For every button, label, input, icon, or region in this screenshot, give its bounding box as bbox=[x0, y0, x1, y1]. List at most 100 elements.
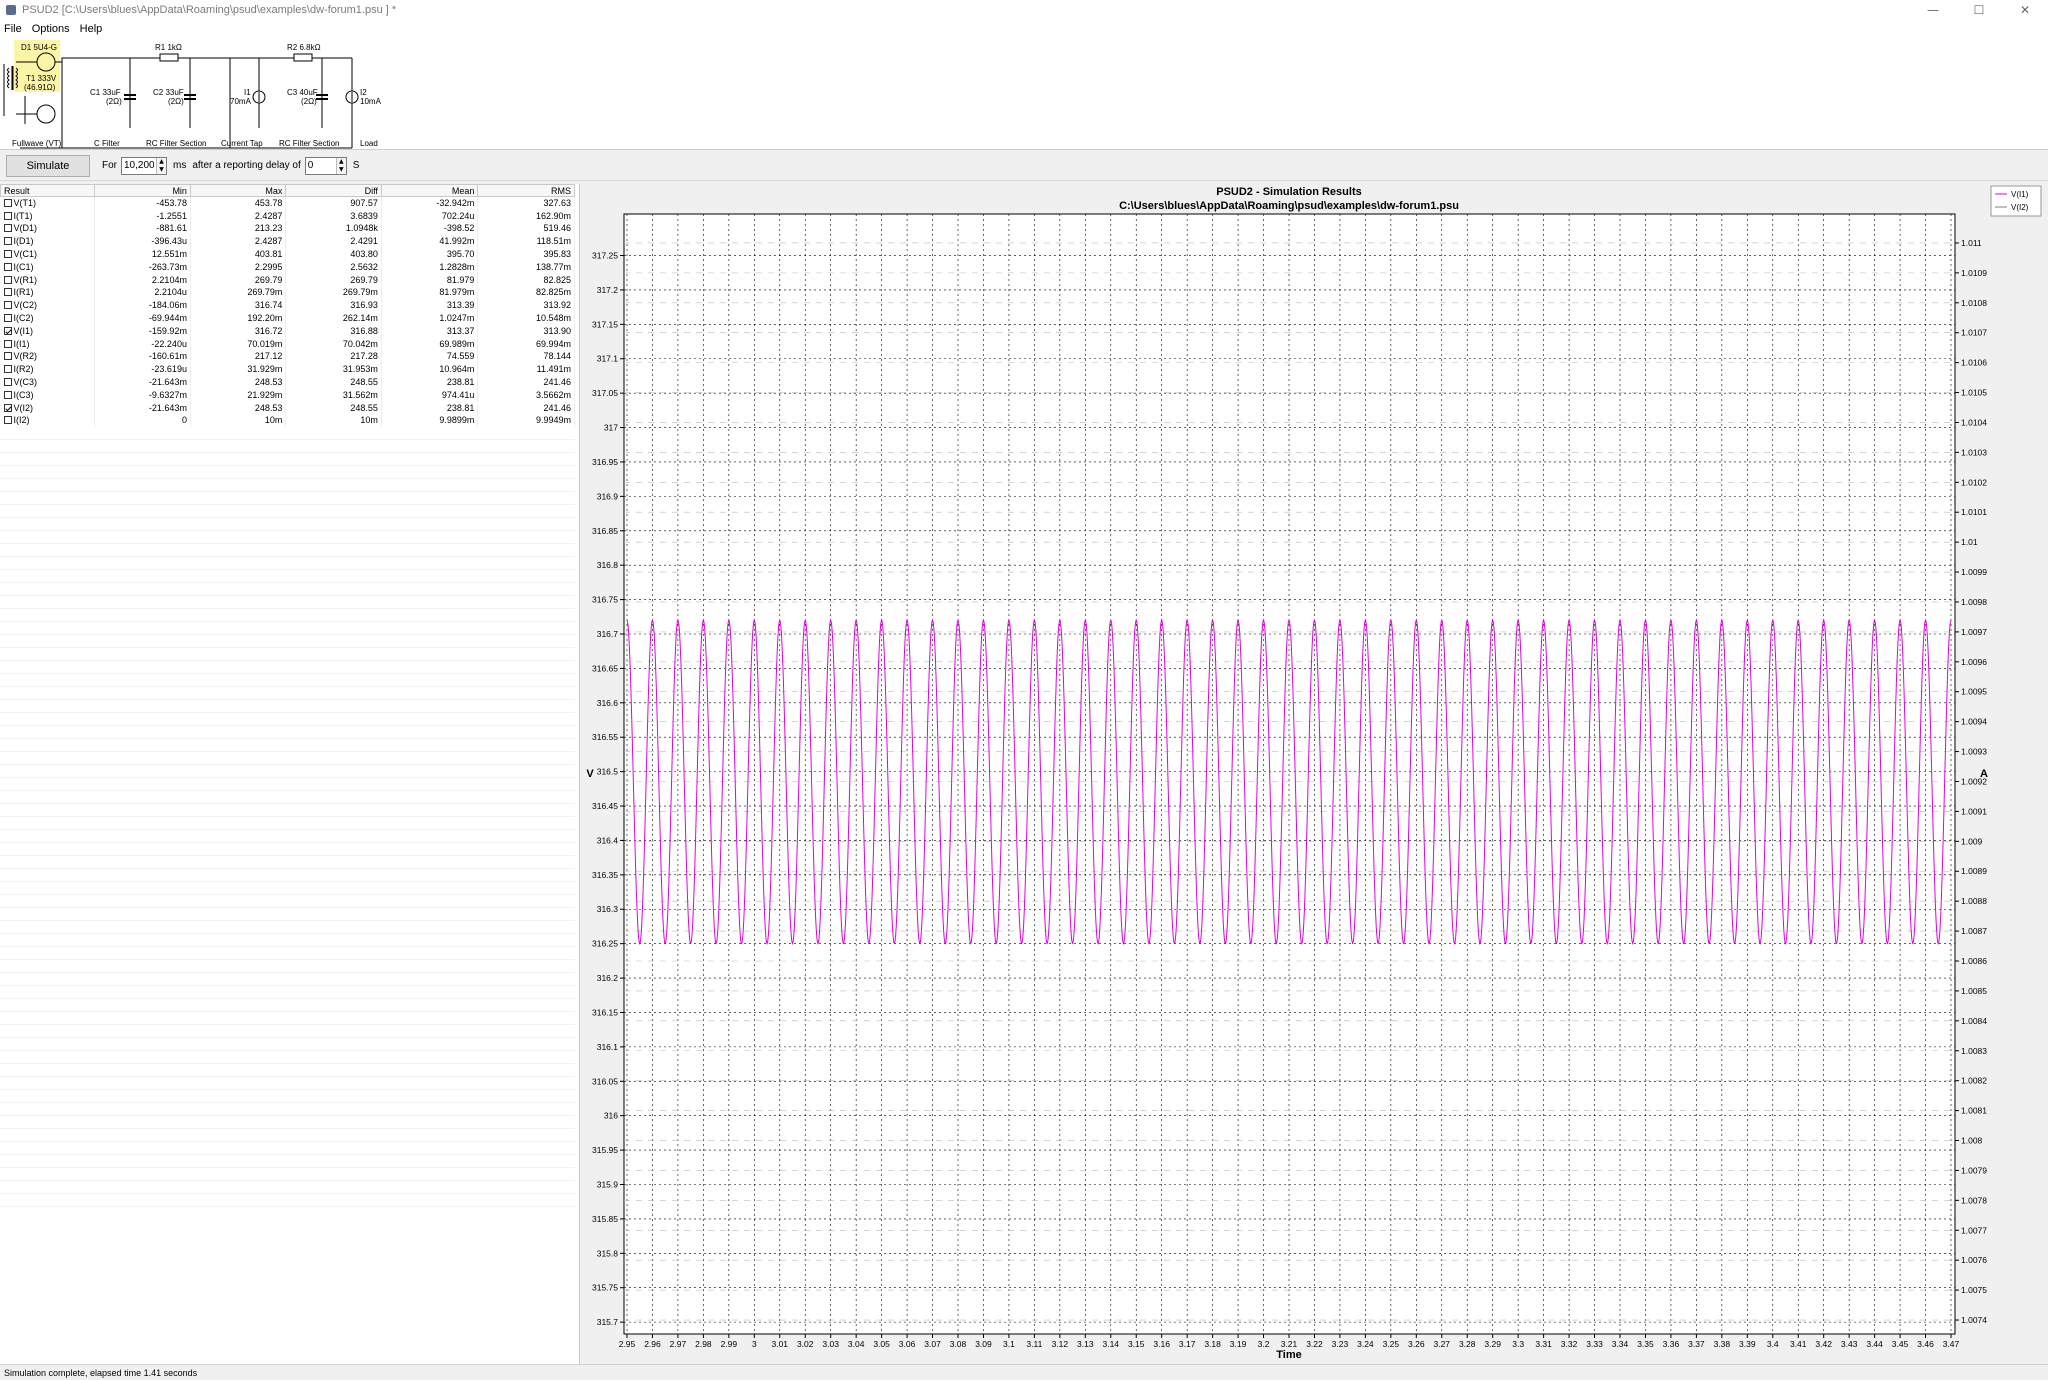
menu-file[interactable]: File bbox=[4, 23, 22, 35]
plot-checkbox[interactable] bbox=[3, 301, 12, 310]
result-name-cell[interactable]: I(C1) bbox=[0, 260, 96, 274]
column-header-result[interactable]: Result bbox=[0, 184, 96, 197]
x-tick-label: 2.99 bbox=[721, 1339, 738, 1349]
section-rc-filter-1[interactable]: RC Filter Section bbox=[146, 139, 206, 148]
plot-checkbox[interactable] bbox=[3, 339, 12, 348]
result-name-cell[interactable]: I(C3) bbox=[0, 388, 96, 402]
delay-input[interactable] bbox=[305, 157, 336, 174]
table-row[interactable]: I(C3) -9.6327m 21.929m 31.562m 974.41u 3.5662… bbox=[0, 388, 575, 402]
x-tick-label: 3.03 bbox=[822, 1339, 839, 1349]
plot-checkbox[interactable] bbox=[3, 378, 12, 387]
table-row[interactable]: V(C1) 12.551m 403.81 403.80 395.70 395.83 bbox=[0, 247, 575, 261]
result-name-cell[interactable]: V(C1) bbox=[0, 247, 96, 261]
section-fullwave[interactable]: Fullwave (VT) bbox=[12, 139, 62, 148]
plot-checkbox[interactable] bbox=[3, 416, 12, 425]
table-row[interactable]: I(C1) -263.73m 2.2995 2.5632 1.2828m 138.77m bbox=[0, 260, 575, 274]
resistor-r1-symbol[interactable] bbox=[159, 53, 179, 62]
result-rms-cell: 10.548m bbox=[477, 311, 575, 325]
column-header-rms[interactable]: RMS bbox=[477, 184, 575, 197]
plot-checkbox[interactable] bbox=[3, 237, 12, 246]
results-table-panel[interactable]: Result Min Max Diff Mean RMS V(T1) -453.7… bbox=[0, 184, 580, 1364]
result-min-cell: -396.43u bbox=[94, 234, 191, 248]
plot-checkbox[interactable] bbox=[3, 250, 12, 259]
close-button[interactable]: ✕ bbox=[2002, 0, 2048, 20]
result-name-cell[interactable]: V(C3) bbox=[0, 375, 96, 389]
plot-checkbox[interactable] bbox=[3, 365, 12, 374]
menu-options[interactable]: Options bbox=[32, 23, 70, 35]
column-header-min[interactable]: Min bbox=[94, 184, 191, 197]
duration-down-arrow[interactable]: ▼ bbox=[157, 166, 166, 174]
section-load[interactable]: Load bbox=[360, 139, 378, 148]
simulate-button[interactable]: Simulate bbox=[6, 154, 90, 177]
result-name-cell[interactable]: I(R1) bbox=[0, 286, 96, 299]
table-row[interactable]: I(C2) -69.944m 192.20m 262.14m 1.0247m 10.548… bbox=[0, 311, 575, 325]
table-row[interactable]: V(D1) -881.61 213.23 1.0948k -398.52 519.46 bbox=[0, 222, 575, 235]
result-name-cell[interactable]: I(I1) bbox=[0, 337, 96, 351]
table-row[interactable]: V(C3) -21.643m 248.53 248.55 238.81 241.46 bbox=[0, 375, 575, 389]
result-name: V(R1) bbox=[13, 274, 38, 285]
result-name-cell[interactable]: V(D1) bbox=[0, 222, 96, 235]
result-name-cell[interactable]: V(I2) bbox=[0, 401, 96, 415]
result-name-cell[interactable]: V(I1) bbox=[0, 324, 96, 338]
menu-help[interactable]: Help bbox=[80, 23, 103, 35]
table-row[interactable]: I(I2) 0 10m 10m 9.9899m 9.9949m bbox=[0, 414, 575, 427]
resistor-r2-symbol[interactable] bbox=[293, 53, 313, 62]
section-rc-filter-2[interactable]: RC Filter Section bbox=[279, 139, 339, 148]
plot-checkbox[interactable] bbox=[3, 352, 12, 361]
column-header-max[interactable]: Max bbox=[189, 184, 287, 197]
plot-checkbox[interactable] bbox=[3, 314, 12, 323]
plot-checkbox[interactable] bbox=[3, 288, 12, 297]
section-current-tap[interactable]: Current Tap bbox=[221, 139, 263, 148]
column-header-diff[interactable]: Diff bbox=[285, 184, 382, 197]
title-bar[interactable]: PSUD2 [C:\Users\blues\AppData\Roaming\ps… bbox=[0, 0, 2048, 20]
label-c1-res: (2Ω) bbox=[106, 97, 122, 106]
table-row[interactable]: V(R1) 2.2104m 269.79 269.79 81.979 82.825 bbox=[0, 273, 575, 287]
plot-checkbox[interactable] bbox=[3, 326, 12, 335]
plot-checkbox[interactable] bbox=[3, 199, 12, 208]
result-name-cell[interactable]: I(T1) bbox=[0, 209, 96, 223]
y-tick-label: 317.25 bbox=[592, 251, 618, 261]
plot-checkbox[interactable] bbox=[3, 403, 12, 412]
minimize-button[interactable]: — bbox=[1910, 0, 1956, 20]
table-row[interactable]: I(R2) -23.619u 31.929m 31.953m 10.964m 11.491… bbox=[0, 362, 575, 376]
result-name-cell[interactable]: V(R1) bbox=[0, 273, 96, 287]
duration-input[interactable] bbox=[122, 157, 156, 174]
table-row[interactable]: V(C2) -184.06m 316.74 316.93 313.39 313.92 bbox=[0, 298, 575, 312]
result-max-cell: 403.81 bbox=[190, 247, 287, 261]
table-row[interactable]: I(I1) -22.240u 70.019m 70.042m 69.989m 69.994… bbox=[0, 337, 575, 351]
chart-panel[interactable]: 315.7 315.75 315.8 315.85 315.9 315.95 316 316.… bbox=[581, 184, 2048, 1364]
result-name-cell[interactable]: V(C2) bbox=[0, 298, 96, 312]
section-c-filter[interactable]: C Filter bbox=[94, 139, 120, 148]
table-row[interactable]: I(D1) -396.43u 2.4287 2.4291 41.992m 118.51m bbox=[0, 234, 575, 248]
duration-up-arrow[interactable]: ▲ bbox=[157, 158, 166, 166]
plot-checkbox[interactable] bbox=[3, 275, 12, 284]
table-row[interactable]: V(R2) -160.61m 217.12 217.28 74.559 78.144 bbox=[0, 350, 575, 363]
plot-checkbox[interactable] bbox=[3, 211, 12, 220]
column-header-mean[interactable]: Mean bbox=[380, 184, 479, 197]
result-name-cell[interactable]: V(T1) bbox=[0, 196, 96, 210]
table-row[interactable]: V(T1) -453.78 453.78 907.57 -32.942m 327.63 bbox=[0, 196, 575, 210]
table-row[interactable]: V(I2) -21.643m 248.53 248.55 238.81 241.46 bbox=[0, 401, 575, 415]
rectifier-tube-lower[interactable] bbox=[36, 104, 56, 124]
result-name-cell[interactable]: V(R2) bbox=[0, 350, 96, 363]
result-name-cell[interactable]: I(D1) bbox=[0, 234, 96, 248]
result-diff-cell: 316.88 bbox=[285, 324, 382, 338]
circuit-schematic[interactable]: D1 5U4-G T1 333V (46.91Ω) C1 33uF (2Ω) R… bbox=[0, 38, 2048, 150]
table-row[interactable]: I(R1) 2.2104u 269.79m 269.79m 81.979m 82.825m bbox=[0, 286, 575, 299]
result-name-cell[interactable]: I(R2) bbox=[0, 362, 96, 376]
result-name-cell[interactable]: I(C2) bbox=[0, 311, 96, 325]
plot-checkbox[interactable] bbox=[3, 262, 12, 271]
delay-spinner[interactable]: ▲▼ bbox=[304, 156, 347, 175]
table-row[interactable]: V(I1) -159.92m 316.72 316.88 313.37 313.90 bbox=[0, 324, 575, 338]
chart-legend[interactable]: V(I1) V(I2) bbox=[1990, 185, 2042, 217]
plot-checkbox[interactable] bbox=[3, 390, 12, 399]
delay-down-arrow[interactable]: ▼ bbox=[337, 166, 346, 174]
maximize-button[interactable]: ☐ bbox=[1956, 0, 2002, 20]
result-name-cell[interactable]: I(I2) bbox=[0, 414, 96, 427]
plot-checkbox[interactable] bbox=[3, 224, 12, 233]
result-diff-cell: 248.55 bbox=[285, 401, 382, 415]
x-tick-label: 3.05 bbox=[873, 1339, 890, 1349]
duration-spinner[interactable]: ▲▼ bbox=[121, 156, 167, 175]
table-row[interactable]: I(T1) -1.2551 2.4287 3.6839 702.24u 162.90m bbox=[0, 209, 575, 223]
delay-up-arrow[interactable]: ▲ bbox=[337, 158, 346, 166]
